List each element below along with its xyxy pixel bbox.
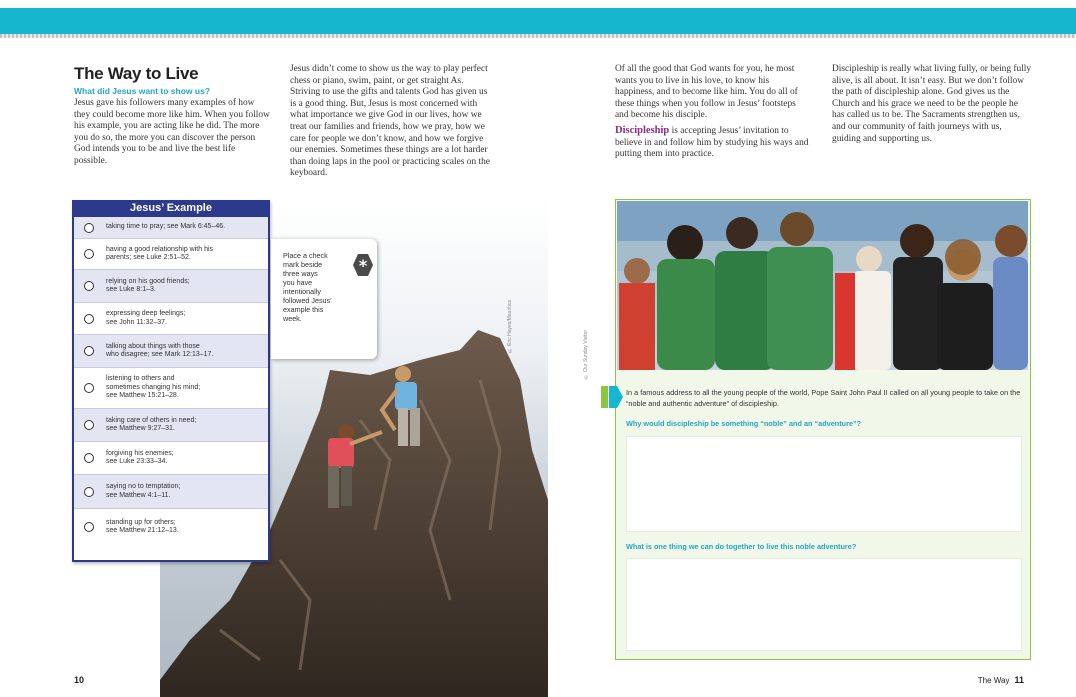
top-color-band	[0, 8, 1076, 34]
answer-field-2[interactable]	[626, 558, 1022, 651]
item-text: taking time to pray; see Mark 6:45–46.	[106, 223, 226, 231]
checkbox-circle[interactable]	[84, 222, 94, 233]
item-text: forgiving his enemies; see Luke 23:33–34…	[106, 449, 174, 466]
item-text: expressing deep feelings; see John 11:32…	[106, 310, 186, 326]
list-item[interactable]: relying on his good friends; see Luke 8:…	[74, 270, 268, 303]
checkbox-circle[interactable]	[84, 346, 94, 356]
paragraph: Jesus didn’t come to show us the way to …	[290, 64, 490, 179]
list-item[interactable]: forgiving his enemies; see Luke 23:33–34…	[74, 442, 268, 475]
jesus-example-table: Jesus’ Example taking time to pray; see …	[72, 200, 270, 562]
body-column-4: Discipleship is really what living fully…	[832, 64, 1032, 145]
section-subtitle: What did Jesus want to show us?	[74, 86, 211, 96]
question-1: Why would discipleship be something “nob…	[626, 419, 862, 428]
star-icon: *	[353, 254, 373, 276]
example-list: taking time to pray; see Mark 6:45–46. h…	[74, 217, 268, 545]
body-column-3: Of all the good that God wants for you, …	[615, 64, 810, 161]
item-text: relying on his good friends; see Luke 8:…	[106, 277, 190, 294]
group-photo	[617, 201, 1028, 370]
list-item[interactable]: taking time to pray; see Mark 6:45–46.	[74, 217, 268, 239]
glossary-term: Discipleship	[615, 124, 670, 136]
item-text: standing up for others; see Matthew 21:1…	[106, 518, 179, 535]
list-item[interactable]: talking about things with those who disa…	[74, 335, 268, 368]
checkbox-circle[interactable]	[84, 281, 94, 291]
checkbox-circle[interactable]	[84, 486, 94, 497]
callout-text: Place a check mark beside three ways you…	[283, 251, 332, 323]
group-illustration	[617, 201, 1028, 370]
paragraph: Jesus gave his followers many examples o…	[74, 98, 270, 166]
section-marker-icon	[601, 386, 623, 408]
page-number-right: 11	[1014, 675, 1024, 685]
checkbox-circle[interactable]	[84, 383, 94, 393]
table-heading: Jesus’ Example	[74, 200, 268, 217]
photo-credit: © Eric Hayes/Mauritius	[507, 300, 513, 354]
photo-credit: © Our Sunday Visitor	[583, 330, 589, 380]
list-item[interactable]: expressing deep feelings; see John 11:32…	[74, 303, 268, 335]
list-item[interactable]: taking care of others in need; see Matth…	[74, 409, 268, 442]
paragraph: Discipleship is really what living fully…	[832, 64, 1032, 144]
definition-paragraph: Discipleship is accepting Jesus’ invitat…	[615, 125, 810, 161]
question-2: What is one thing we can do together to …	[626, 542, 857, 551]
body-column-1: Jesus gave his followers many examples o…	[74, 98, 270, 168]
item-text: having a good relationship with his pare…	[106, 245, 214, 262]
intro-text: In a famous address to all the young peo…	[626, 388, 1021, 408]
item-text: talking about things with those who disa…	[106, 342, 214, 359]
item-text: listening to others and sometimes changi…	[106, 375, 201, 400]
checkbox-circle[interactable]	[84, 453, 94, 463]
folio-label: The Way	[977, 676, 1010, 685]
folio-right: The Way 11	[978, 675, 1024, 685]
checkbox-circle[interactable]	[84, 522, 94, 532]
list-item[interactable]: standing up for others; see Matthew 21:1…	[74, 509, 268, 545]
top-band-edge	[0, 34, 1076, 38]
checkbox-circle[interactable]	[84, 249, 94, 259]
list-item[interactable]: saying no to temptation; see Matthew 4:1…	[74, 475, 268, 509]
list-item[interactable]: listening to others and sometimes changi…	[74, 368, 268, 409]
item-text: saying no to temptation; see Matthew 4:1…	[106, 483, 181, 499]
body-column-2: Jesus didn’t come to show us the way to …	[290, 64, 490, 180]
reflection-box: In a famous address to all the young peo…	[601, 199, 1031, 660]
list-item[interactable]: having a good relationship with his pare…	[74, 239, 268, 270]
page-title: The Way to Live	[74, 64, 199, 83]
answer-field-1[interactable]	[626, 436, 1022, 532]
paragraph: Of all the good that God wants for you, …	[615, 64, 798, 121]
item-text: taking care of others in need; see Matth…	[106, 416, 197, 433]
instruction-callout: Place a check mark beside three ways you…	[271, 239, 377, 359]
checkbox-circle[interactable]	[84, 420, 94, 430]
page-number-left: 10	[74, 675, 85, 685]
checkbox-circle[interactable]	[84, 313, 94, 324]
